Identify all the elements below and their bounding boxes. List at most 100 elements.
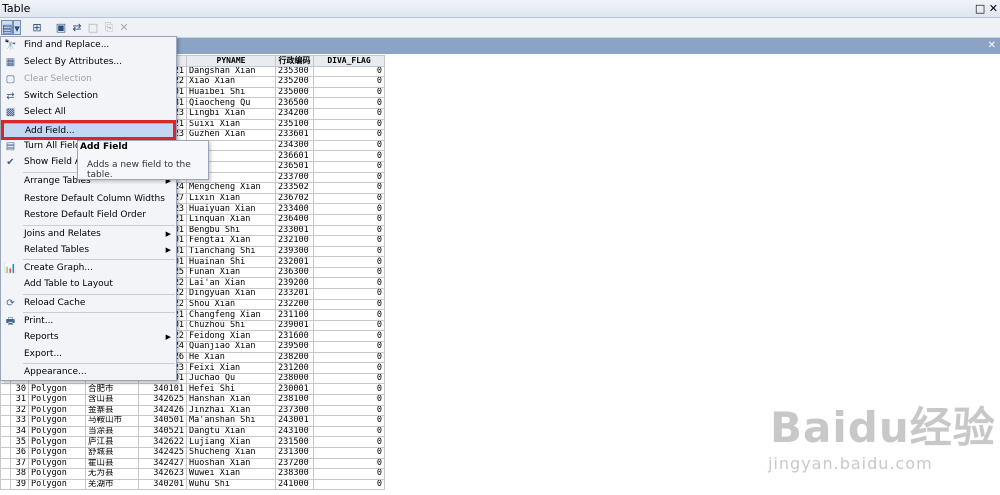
admin-code-cell: 236300 (275, 266, 314, 279)
admin-code-cell: 235000 (275, 86, 314, 99)
row-selector-cell[interactable] (0, 468, 11, 480)
admin-code-cell: 234200 (275, 107, 314, 120)
menu-item-restore-default-column-widths[interactable]: Restore Default Column Widths (1, 192, 176, 207)
submenu-arrow-icon: ▶ (165, 230, 171, 238)
pyname-cell: Lixin Xian (186, 192, 276, 205)
name-cell: 当涂县 (85, 425, 139, 438)
pyname-cell: Funan Xian (186, 266, 276, 279)
header-pyname[interactable]: PYNAME (186, 55, 276, 67)
tooltip-title: Add Field (80, 142, 128, 152)
table-row[interactable]: 36 Polygon 舒城县 342425 Shucheng Xian 231300 0 (0, 446, 385, 459)
related-tables-icon[interactable]: ⊞ (28, 20, 46, 35)
admin-code-cell: 231300 (275, 446, 314, 459)
pyname-cell: Chuzhou Shi (186, 319, 276, 332)
menu-item-clear-selection[interactable]: ▢ Clear Selection (1, 72, 176, 87)
menu-separator (23, 363, 175, 364)
table-row[interactable]: 34 Polygon 当涂县 340521 Dangtu Xian 243100 0 (0, 425, 385, 438)
menu-item-select-all[interactable]: ▩ Select All (1, 105, 176, 120)
diva-flag-cell: 0 (313, 213, 385, 226)
row-selector-cell[interactable] (0, 383, 11, 395)
shape-cell: Polygon (28, 404, 86, 417)
admin-code-cell: 239001 (275, 319, 314, 332)
admin-code-cell: 233601 (275, 129, 314, 141)
diva-flag-cell: 0 (313, 139, 385, 152)
menu-item-add-table-to-layout[interactable]: Add Table to Layout (1, 277, 176, 292)
row-selector-cell[interactable] (0, 415, 11, 427)
diva-flag-cell: 0 (313, 436, 385, 448)
menu-item-reports[interactable]: Reports ▶ (1, 330, 176, 345)
binoculars-icon: 🔭 (4, 40, 17, 51)
row-selector-cell[interactable] (0, 446, 11, 459)
diva-flag-cell: 0 (313, 404, 385, 417)
header-diva-flag[interactable]: DIVA_FLAG (313, 55, 385, 67)
table-options-icon[interactable]: ▤ (1, 20, 13, 35)
admin-code-cell: 239300 (275, 245, 314, 258)
select-by-attributes-icon[interactable]: ▣ (54, 20, 68, 35)
shape-cell: Polygon (28, 457, 86, 470)
dropdown-arrow-icon[interactable]: ▾ (13, 20, 21, 35)
pyname-cell: Tianchang Shi (186, 245, 276, 258)
row-selector-cell[interactable] (0, 436, 11, 448)
table-row[interactable]: 31 Polygon 含山县 342625 Hanshan Xian 238100 0 (0, 394, 385, 406)
admin-code-cell: 238200 (275, 351, 314, 364)
menu-item-print[interactable]: 🖶 Print... (1, 314, 176, 329)
table-row[interactable]: 30 Polygon 合肥市 340101 Hefei Shi 230001 0 (0, 383, 385, 395)
tooltip-text: Adds a new field to the table. (87, 160, 191, 180)
diva-flag-cell: 0 (313, 351, 385, 364)
diva-flag-cell: 0 (313, 97, 385, 109)
menu-item-label: Select All (24, 107, 66, 117)
shape-cell: Polygon (28, 415, 86, 427)
pyname-cell: Shucheng Xian (186, 446, 276, 459)
menu-separator (23, 225, 175, 226)
menu-item-export[interactable]: Export... (1, 347, 176, 362)
menu-item-restore-default-field-order[interactable]: Restore Default Field Order (1, 208, 176, 223)
menu-item-appearance[interactable]: Appearance... (1, 365, 176, 380)
menu-item-joins-and-relates[interactable]: Joins and Relates ▶ (1, 227, 176, 242)
menu-item-switch-selection[interactable]: ⇄ Switch Selection (1, 89, 176, 104)
shape-cell: Polygon (28, 394, 86, 406)
row-selector-cell[interactable] (0, 478, 11, 491)
menu-item-create-graph[interactable]: 📊 Create Graph... (1, 261, 176, 276)
diva-flag-cell: 0 (313, 256, 385, 268)
diva-flag-cell: 0 (313, 415, 385, 427)
diva-flag-cell: 0 (313, 383, 385, 395)
diva-flag-cell: 0 (313, 372, 385, 385)
menu-item-related-tables[interactable]: Related Tables ▶ (1, 243, 176, 258)
code-cell: 342623 (138, 468, 187, 480)
delete-selected-icon[interactable]: ⎘ (102, 20, 116, 35)
close-x-icon[interactable]: ✕ (118, 20, 130, 35)
diva-flag-cell: 0 (313, 245, 385, 258)
table-row[interactable]: 39 Polygon 芜湖市 340201 Wuhu Shi 241000 0 (0, 478, 385, 491)
close-window-icon[interactable]: ✕ (989, 2, 998, 15)
diva-flag-cell: 0 (313, 277, 385, 290)
code-cell: 340501 (138, 415, 187, 427)
admin-code-cell: 233502 (275, 182, 314, 194)
code-cell: 342425 (138, 446, 187, 459)
pyname-cell: Bengbu Shi (186, 224, 276, 237)
turn-fields-on-icon: ▤ (5, 141, 16, 152)
close-tab-icon[interactable]: ✕ (988, 38, 996, 54)
table-row[interactable]: 33 Polygon 马鞍山市 340501 Ma'anshan Shi 243001 0 (0, 415, 385, 427)
menu-item-reload-cache[interactable]: ⟳ Reload Cache (1, 296, 176, 311)
menu-item-label: Print... (24, 316, 54, 326)
name-cell: 庐江县 (85, 436, 139, 448)
clear-selection-icon[interactable]: □ (86, 20, 100, 35)
table-row[interactable]: 35 Polygon 庐江县 342622 Lujiang Xian 231500 0 (0, 436, 385, 448)
maximize-icon[interactable]: □ (975, 2, 985, 15)
table-row[interactable]: 32 Polygon 金寨县 342426 Jinzhai Xian 237300 0 (0, 404, 385, 417)
row-selector-cell[interactable] (0, 457, 11, 470)
table-row[interactable]: 38 Polygon 无为县 342623 Wuwei Xian 238300 0 (0, 468, 385, 480)
menu-item-find-and-replace[interactable]: 🔭 Find and Replace... (1, 38, 176, 53)
switch-selection-icon[interactable]: ⇄ (70, 20, 84, 35)
menu-item-select-by-attributes[interactable]: ▦ Select By Attributes... (1, 55, 176, 70)
header-admin-code[interactable]: 行政编码 (275, 55, 314, 67)
pyname-cell: Hefei Shi (186, 383, 276, 395)
admin-code-cell: 233700 (275, 171, 314, 184)
fid-cell: 39 (10, 478, 29, 491)
row-selector-cell[interactable] (0, 404, 11, 417)
row-selector-cell[interactable] (0, 425, 11, 438)
pyname-cell: Mengcheng Xian (186, 182, 276, 194)
add-field-tooltip: Add Field Adds a new field to the table. (77, 140, 209, 180)
row-selector-cell[interactable] (0, 394, 11, 406)
table-row[interactable]: 37 Polygon 霍山县 342427 Huoshan Xian 237200 0 (0, 457, 385, 470)
